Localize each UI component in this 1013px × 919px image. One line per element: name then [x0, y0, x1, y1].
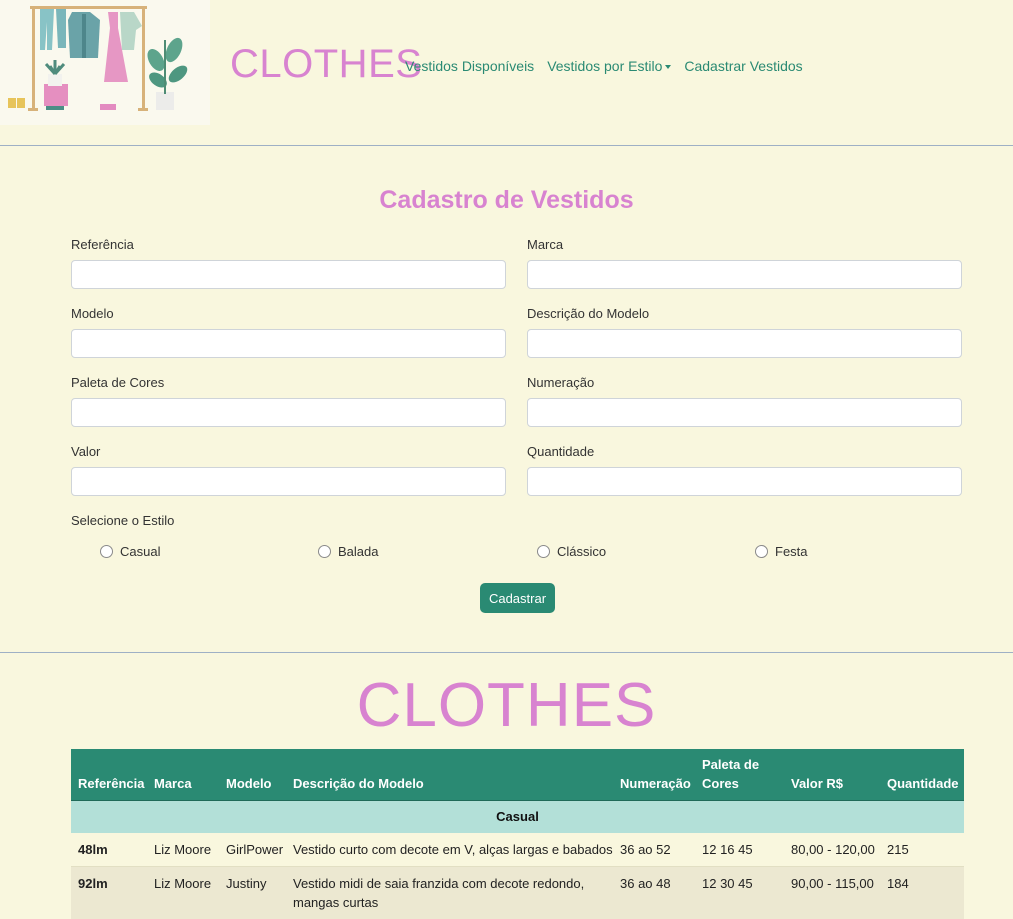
table-row: 48lm Liz Moore GirlPower Vestido curto c…	[71, 833, 964, 867]
label-referencia: Referência	[71, 237, 134, 252]
col-numeracao: Numeração	[620, 776, 691, 791]
radio-festa[interactable]: Festa	[755, 544, 808, 559]
modelo-input[interactable]	[71, 329, 506, 358]
radio-label-casual: Casual	[120, 544, 161, 559]
table-header: Referência Marca Modelo Descrição do Mod…	[71, 749, 964, 801]
table-row: 92lm Liz Moore Justiny Vestido midi de s…	[71, 867, 964, 919]
cell-numeracao: 36 ao 52	[620, 842, 671, 857]
numeracao-input[interactable]	[527, 398, 962, 427]
col-descricao: Descrição do Modelo	[293, 776, 424, 791]
brand-title[interactable]: CLOTHES	[230, 42, 422, 87]
divider	[0, 652, 1013, 653]
caret-down-icon	[665, 65, 672, 70]
label-valor: Valor	[71, 444, 101, 459]
col-paleta-cores: Paleta de Cores	[702, 757, 760, 791]
descricao-modelo-input[interactable]	[527, 329, 962, 358]
vestidos-table: Referência Marca Modelo Descrição do Mod…	[71, 749, 964, 919]
col-valor: Valor R$	[791, 776, 844, 791]
cell-modelo: GirlPower	[226, 842, 284, 857]
cell-referencia: 48lm	[78, 842, 108, 857]
radio-balada[interactable]: Balada	[318, 544, 378, 559]
cell-numeracao: 36 ao 48	[620, 876, 671, 891]
referencia-input[interactable]	[71, 260, 506, 289]
label-descricao-modelo: Descrição do Modelo	[527, 306, 650, 321]
col-modelo: Modelo	[226, 776, 272, 791]
label-numeracao: Numeração	[527, 375, 595, 390]
divider	[0, 145, 1013, 146]
catalog-brand-title: CLOTHES	[356, 671, 657, 740]
cell-valor: 80,00 - 120,00	[791, 842, 875, 857]
radio-button-icon[interactable]	[755, 545, 768, 558]
cell-paleta: 12 16 45	[702, 842, 753, 857]
radio-casual[interactable]: Casual	[100, 544, 160, 559]
radio-label-classico: Clássico	[557, 544, 607, 559]
quantidade-input[interactable]	[527, 467, 962, 496]
cell-descricao: Vestido curto com decote em V, alças lar…	[293, 842, 613, 857]
group-row-casual: Casual	[71, 801, 964, 833]
col-quantidade: Quantidade	[887, 776, 959, 791]
cell-paleta: 12 30 45	[702, 876, 753, 891]
label-selecione-estilo: Selecione o Estilo	[71, 513, 175, 528]
col-marca: Marca	[154, 776, 192, 791]
col-referencia: Referência	[78, 776, 145, 791]
cell-modelo: Justiny	[226, 876, 267, 891]
site-header: CLOTHES Vestidos Disponíveis Vestidos po…	[0, 0, 1013, 145]
main-nav: Vestidos Disponíveis Vestidos por Estilo…	[405, 58, 803, 74]
cell-descricao: Vestido midi de saia franzida com decote…	[293, 876, 585, 910]
nav-vestidos-disponiveis[interactable]: Vestidos Disponíveis	[405, 58, 534, 74]
radio-button-icon[interactable]	[318, 545, 331, 558]
radio-label-balada: Balada	[338, 544, 379, 559]
radio-button-icon[interactable]	[537, 545, 550, 558]
label-marca: Marca	[527, 237, 564, 252]
nav-vestidos-por-estilo-label: Vestidos por Estilo	[547, 58, 663, 74]
cell-quantidade: 184	[887, 876, 909, 891]
cell-referencia: 92lm	[78, 876, 108, 891]
radio-classico[interactable]: Clássico	[537, 544, 606, 559]
clothes-rack-illustration	[0, 0, 210, 125]
cell-marca: Liz Moore	[154, 876, 212, 891]
label-quantidade: Quantidade	[527, 444, 595, 459]
radio-label-festa: Festa	[775, 544, 808, 559]
marca-input[interactable]	[527, 260, 962, 289]
nav-vestidos-por-estilo-dropdown[interactable]: Vestidos por Estilo	[547, 58, 672, 74]
cell-marca: Liz Moore	[154, 842, 212, 857]
paleta-cores-input[interactable]	[71, 398, 506, 427]
label-paleta-cores: Paleta de Cores	[71, 375, 165, 390]
cadastrar-button[interactable]: Cadastrar	[480, 583, 555, 613]
cell-valor: 90,00 - 115,00	[791, 876, 874, 891]
radio-button-icon[interactable]	[100, 545, 113, 558]
form-title: Cadastro de Vestidos	[379, 186, 634, 214]
cell-quantidade: 215	[887, 842, 909, 857]
valor-input[interactable]	[71, 467, 506, 496]
label-modelo: Modelo	[71, 306, 114, 321]
nav-cadastrar-vestidos[interactable]: Cadastrar Vestidos	[684, 58, 802, 74]
